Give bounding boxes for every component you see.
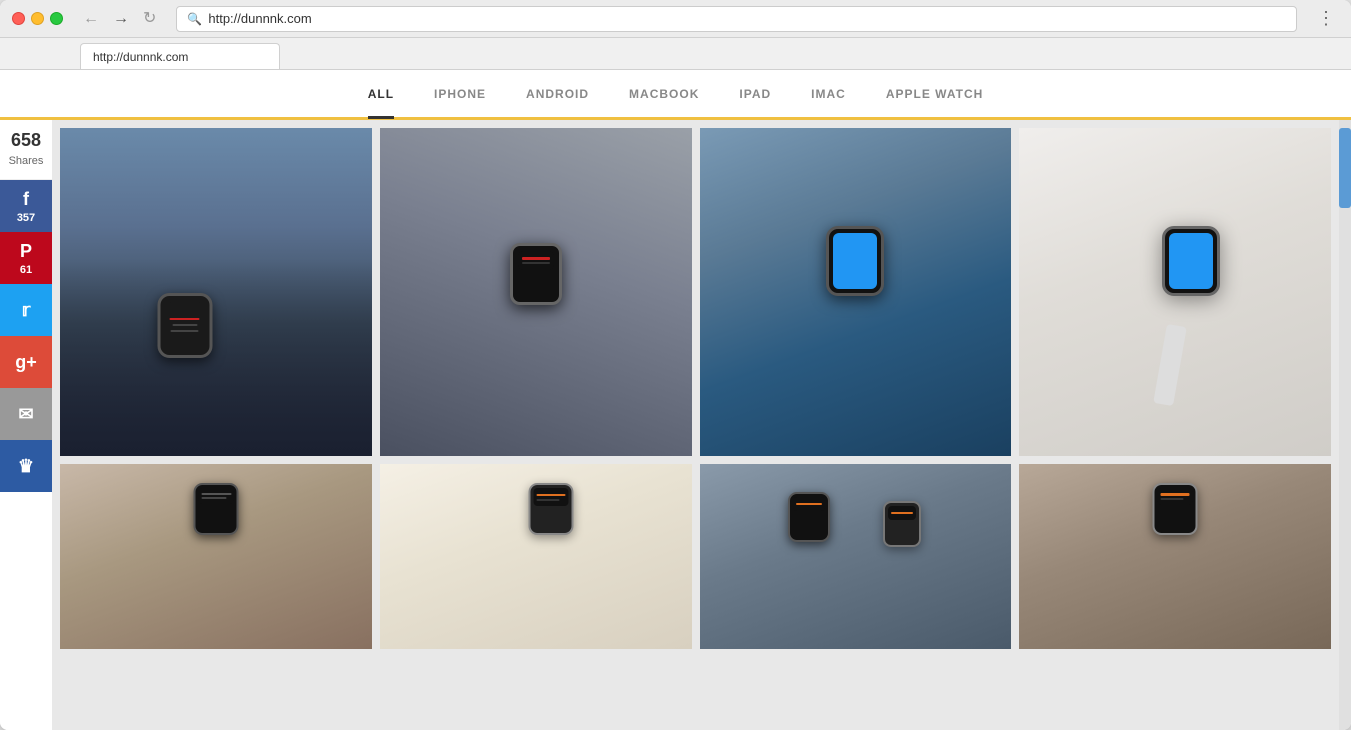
facebook-count: 357	[17, 212, 35, 224]
image-grid	[60, 128, 1331, 649]
crown-icon: ♛	[18, 456, 34, 477]
share-number: 658	[6, 130, 46, 151]
browser-titlebar: ← → ↻ 🔍 ⋮	[0, 0, 1351, 38]
browser-tab[interactable]: http://dunnnk.com	[80, 43, 280, 69]
email-share-button[interactable]: ✉	[0, 388, 52, 440]
gallery-item-2[interactable]	[380, 128, 692, 456]
close-button[interactable]	[12, 12, 25, 25]
scrollbar[interactable]	[1339, 120, 1351, 730]
address-bar[interactable]: 🔍	[176, 6, 1297, 32]
nav-item-apple-watch[interactable]: APPLE WATCH	[886, 72, 983, 119]
minimize-button[interactable]	[31, 12, 44, 25]
nav-item-imac[interactable]: IMAC	[811, 72, 846, 119]
browser-menu-button[interactable]: ⋮	[1313, 8, 1339, 29]
googleplus-icon: g+	[15, 352, 37, 373]
back-button[interactable]: ←	[79, 9, 103, 29]
url-input[interactable]	[208, 11, 1286, 26]
browser-window: ← → ↻ 🔍 ⋮ http://dunnnk.com ALL IPHONE A…	[0, 0, 1351, 730]
share-label: Shares	[9, 155, 44, 167]
gallery-item-8[interactable]	[1019, 464, 1331, 649]
tab-title: http://dunnnk.com	[93, 50, 188, 64]
gallery-item-4[interactable]	[1019, 128, 1331, 456]
image-grid-container	[52, 120, 1339, 730]
email-icon: ✉	[18, 404, 33, 425]
nav-item-iphone[interactable]: IPHONE	[434, 72, 486, 119]
twitter-share-button[interactable]: 𝕣	[0, 284, 52, 336]
site-nav: ALL IPHONE ANDROID MACBOOK IPAD IMAC APP…	[0, 70, 1351, 120]
browser-tabbar: http://dunnnk.com	[0, 38, 1351, 70]
nav-item-android[interactable]: ANDROID	[526, 72, 589, 119]
nav-item-ipad[interactable]: IPAD	[739, 72, 771, 119]
scrollbar-thumb[interactable]	[1339, 128, 1351, 208]
browser-nav: ← → ↻	[79, 9, 160, 29]
gallery-item-7[interactable]	[700, 464, 1012, 649]
pinterest-count: 61	[20, 264, 32, 276]
googleplus-share-button[interactable]: g+	[0, 336, 52, 388]
search-icon: 🔍	[187, 12, 202, 26]
facebook-icon: f	[23, 189, 29, 210]
share-count: 658 Shares	[0, 120, 52, 180]
pinterest-share-button[interactable]: P 61	[0, 232, 52, 284]
twitter-icon: 𝕣	[22, 300, 31, 321]
page-content: ALL IPHONE ANDROID MACBOOK IPAD IMAC APP…	[0, 70, 1351, 730]
maximize-button[interactable]	[50, 12, 63, 25]
crown-share-button[interactable]: ♛	[0, 440, 52, 492]
facebook-share-button[interactable]: f 357	[0, 180, 52, 232]
gallery-item-1[interactable]	[60, 128, 372, 456]
gallery-item-3[interactable]	[700, 128, 1012, 456]
nav-item-all[interactable]: ALL	[368, 72, 394, 119]
gallery-item-6[interactable]	[380, 464, 692, 649]
gallery-area: 658 Shares f 357 P 61 𝕣 g+ ✉	[0, 120, 1351, 730]
pinterest-icon: P	[20, 241, 32, 262]
traffic-lights	[12, 12, 63, 25]
social-sidebar: 658 Shares f 357 P 61 𝕣 g+ ✉	[0, 120, 52, 730]
gallery-item-5[interactable]	[60, 464, 372, 649]
forward-button[interactable]: →	[109, 9, 133, 29]
nav-item-macbook[interactable]: MACBOOK	[629, 72, 699, 119]
reload-button[interactable]: ↻	[139, 9, 160, 29]
